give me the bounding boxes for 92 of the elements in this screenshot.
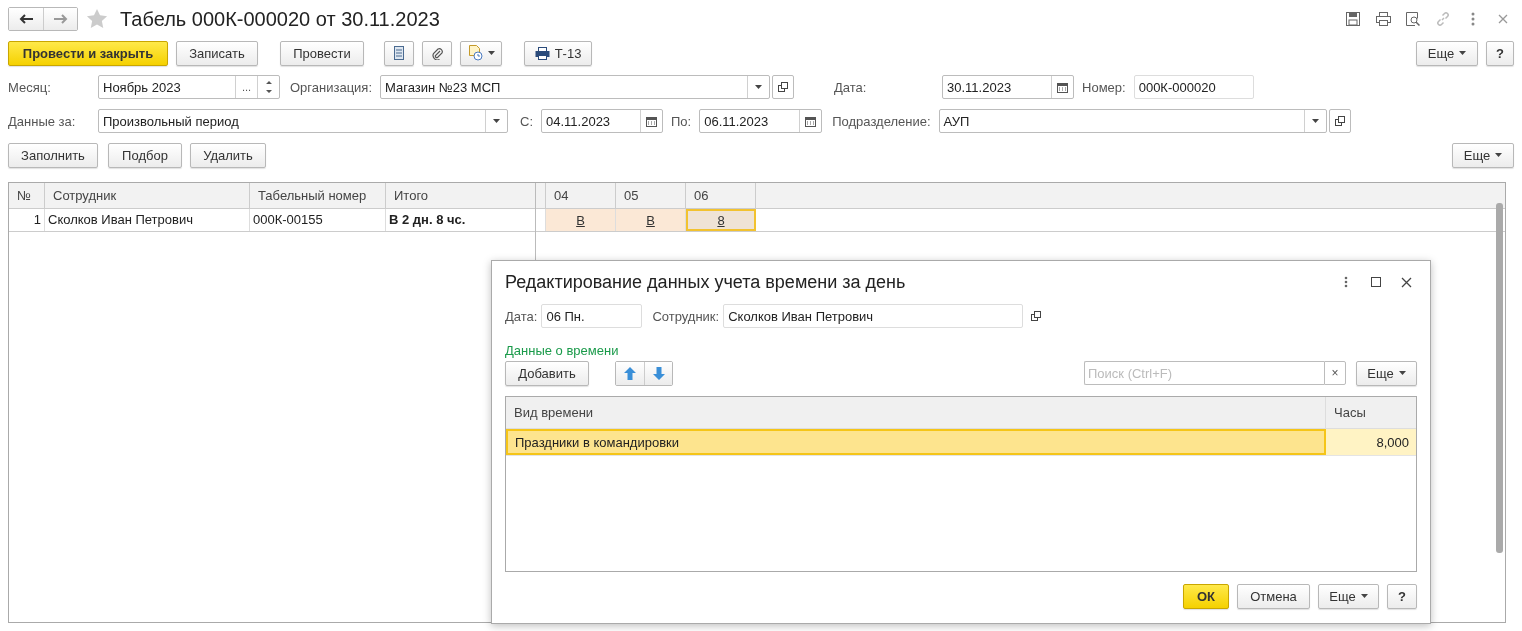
- fill-button[interactable]: Заполнить: [8, 142, 98, 168]
- table-cell: 8,000: [1326, 429, 1416, 455]
- caret-icon: [1495, 153, 1503, 157]
- column-header[interactable]: Итого: [386, 183, 546, 208]
- add-button[interactable]: Добавить: [505, 360, 589, 386]
- caret-icon: [755, 85, 763, 89]
- column-header[interactable]: Сотрудник: [45, 183, 250, 208]
- caret-icon: [493, 119, 500, 123]
- post-button[interactable]: Провести: [280, 40, 364, 66]
- department-field[interactable]: АУП: [938, 109, 1327, 133]
- date-field[interactable]: 30.11.2023: [942, 75, 1075, 99]
- create-based-on-button[interactable]: [460, 40, 502, 66]
- field-label: С:: [520, 113, 533, 129]
- table-cell: Сколков Иван Петрович: [45, 209, 250, 231]
- column-header[interactable]: 06: [686, 183, 756, 208]
- more-button[interactable]: Еще: [1452, 142, 1514, 168]
- back-arrow-icon: [19, 14, 33, 24]
- caret-icon: [1360, 594, 1368, 598]
- open-button[interactable]: [1328, 109, 1351, 133]
- open-button[interactable]: [772, 75, 795, 99]
- pick-button[interactable]: Подбор: [108, 142, 182, 168]
- caret-icon: [1311, 119, 1319, 123]
- arrow-down-icon: [652, 366, 665, 380]
- table-cell[interactable]: Праздники в командировки: [506, 429, 1326, 455]
- search-field[interactable]: Поиск (Ctrl+F): [1084, 361, 1324, 385]
- print-t13-button[interactable]: Т-13: [524, 40, 592, 66]
- open-icon: [1334, 116, 1345, 126]
- day-cell[interactable]: В: [616, 209, 686, 231]
- move-down-button[interactable]: [644, 361, 672, 385]
- employee-field[interactable]: Сколков Иван Петрович: [723, 304, 1024, 328]
- back-button[interactable]: [9, 8, 43, 30]
- clear-button[interactable]: ×: [1324, 361, 1346, 385]
- calendar-icon: [805, 115, 817, 127]
- calendar-icon: [1057, 81, 1069, 93]
- star-icon[interactable]: [86, 8, 108, 30]
- arrow-up-icon: [624, 366, 636, 380]
- forward-arrow-icon: [53, 14, 68, 24]
- from-date-field[interactable]: 04.11.2023: [541, 109, 663, 133]
- field-label: Организация:: [290, 79, 373, 95]
- paperclip-icon: [431, 46, 443, 60]
- day-cell[interactable]: В: [546, 209, 616, 231]
- document-clock-icon: [467, 45, 483, 61]
- to-date-field[interactable]: 06.11.2023: [699, 109, 823, 133]
- printer-icon: [534, 46, 550, 60]
- more-button[interactable]: Еще: [1356, 360, 1417, 386]
- dialog-title: Редактирование данных учета времени за день: [505, 271, 906, 293]
- caret-icon: [1398, 371, 1406, 375]
- help-button[interactable]: ?: [1387, 583, 1417, 609]
- more-button[interactable]: Еще: [1318, 583, 1379, 609]
- field-label: Дата:: [505, 308, 538, 324]
- open-icon: [778, 82, 789, 92]
- date-field[interactable]: 06 Пн.: [541, 304, 643, 328]
- column-header[interactable]: 05: [616, 183, 686, 208]
- window-title: Табель 000К-000020 от 30.11.2023: [120, 7, 440, 31]
- open-icon: [1031, 311, 1042, 321]
- column-header[interactable]: Вид времени: [506, 397, 1326, 428]
- period-field[interactable]: Произвольный период: [98, 109, 508, 133]
- field-label: Номер:: [1082, 79, 1126, 95]
- month-field[interactable]: Ноябрь 2023 ...: [98, 75, 280, 99]
- field-label: Подразделение:: [832, 113, 931, 129]
- caret-icon: [487, 51, 495, 55]
- more-button[interactable]: Еще: [1416, 40, 1478, 66]
- table-cell: 1: [9, 209, 45, 231]
- column-header[interactable]: 04: [546, 183, 616, 208]
- field-label: Данные за:: [8, 113, 77, 129]
- move-up-button[interactable]: [616, 361, 644, 385]
- day-cell[interactable]: 8: [686, 209, 756, 231]
- field-label: Дата:: [834, 79, 868, 95]
- column-header[interactable]: Табельный номер: [250, 183, 386, 208]
- field-label: Сотрудник:: [652, 308, 720, 324]
- ok-button[interactable]: ОК: [1183, 583, 1229, 609]
- table-cell: 000К-00155: [250, 209, 386, 231]
- column-header[interactable]: Часы: [1326, 397, 1416, 428]
- organization-field[interactable]: Магазин №23 МСП: [380, 75, 771, 99]
- calendar-icon: [646, 115, 657, 127]
- section-title: Данные о времени: [505, 343, 620, 358]
- number-field[interactable]: 000К-000020: [1133, 75, 1254, 99]
- spin-icon[interactable]: [265, 80, 272, 94]
- attach-button[interactable]: [422, 40, 452, 66]
- list-button[interactable]: [384, 40, 414, 66]
- list-icon: [394, 46, 404, 60]
- cancel-button[interactable]: Отмена: [1237, 583, 1310, 609]
- post-and-close-button[interactable]: Провести и закрыть: [8, 40, 168, 66]
- save-button[interactable]: Записать: [176, 40, 258, 66]
- field-label: Месяц:: [8, 79, 52, 95]
- delete-button[interactable]: Удалить: [190, 142, 266, 168]
- scrollbar[interactable]: [1496, 203, 1503, 553]
- help-button[interactable]: ?: [1486, 40, 1514, 66]
- choose-button[interactable]: ...: [235, 76, 257, 98]
- field-label: По:: [671, 113, 692, 129]
- column-header[interactable]: №: [9, 183, 45, 208]
- caret-icon: [1459, 51, 1467, 55]
